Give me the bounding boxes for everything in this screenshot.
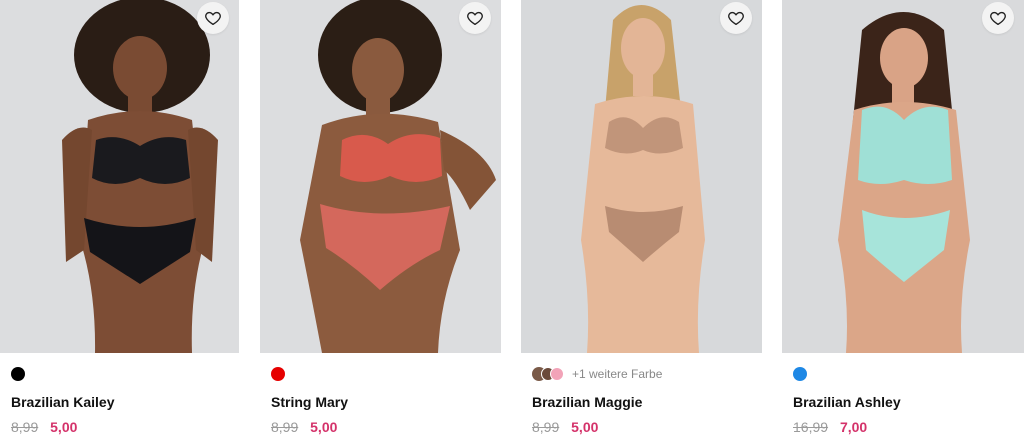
price-row: 8,99 5,00 <box>11 419 77 435</box>
heart-icon <box>467 11 483 26</box>
product-name[interactable]: String Mary <box>271 394 348 410</box>
product-card[interactable]: Brazilian Ashley 16,99 7,00 <box>782 0 1024 440</box>
product-image[interactable] <box>782 0 1024 353</box>
wishlist-button[interactable] <box>720 2 752 34</box>
product-grid: Brazilian Kailey 8,99 5,00 String Mary 8… <box>0 0 1024 440</box>
color-swatches <box>11 366 25 382</box>
model-photo-icon <box>0 0 239 353</box>
original-price: 8,99 <box>11 419 39 435</box>
color-swatch[interactable] <box>550 367 564 381</box>
wishlist-button[interactable] <box>982 2 1014 34</box>
model-photo-icon <box>521 0 762 353</box>
product-card[interactable]: Brazilian Kailey 8,99 5,00 <box>0 0 241 440</box>
sale-price: 5,00 <box>50 419 78 435</box>
model-photo-icon <box>260 0 501 353</box>
sale-price: 5,00 <box>571 419 599 435</box>
color-swatches: +1 weitere Farbe <box>532 366 662 382</box>
wishlist-button[interactable] <box>459 2 491 34</box>
product-card[interactable]: String Mary 8,99 5,00 <box>260 0 501 440</box>
price-row: 8,99 5,00 <box>271 419 337 435</box>
model-photo-icon <box>782 0 1024 353</box>
product-image[interactable] <box>260 0 501 353</box>
color-swatch[interactable] <box>271 367 285 381</box>
price-row: 8,99 5,00 <box>532 419 598 435</box>
heart-icon <box>728 11 744 26</box>
color-swatch[interactable] <box>11 367 25 381</box>
color-swatch[interactable] <box>793 367 807 381</box>
product-name[interactable]: Brazilian Kailey <box>11 394 115 410</box>
price-row: 16,99 7,00 <box>793 419 867 435</box>
product-image[interactable] <box>521 0 762 353</box>
product-name[interactable]: Brazilian Maggie <box>532 394 642 410</box>
product-card[interactable]: +1 weitere Farbe Brazilian Maggie 8,99 5… <box>521 0 762 440</box>
original-price: 8,99 <box>271 419 299 435</box>
color-swatches <box>271 366 285 382</box>
product-name[interactable]: Brazilian Ashley <box>793 394 901 410</box>
wishlist-button[interactable] <box>197 2 229 34</box>
heart-icon <box>990 11 1006 26</box>
product-image[interactable] <box>0 0 239 353</box>
original-price: 8,99 <box>532 419 560 435</box>
more-colors-label[interactable]: +1 weitere Farbe <box>572 367 662 381</box>
heart-icon <box>205 11 221 26</box>
original-price: 16,99 <box>793 419 829 435</box>
sale-price: 5,00 <box>310 419 338 435</box>
sale-price: 7,00 <box>839 419 868 435</box>
color-swatches <box>793 366 807 382</box>
